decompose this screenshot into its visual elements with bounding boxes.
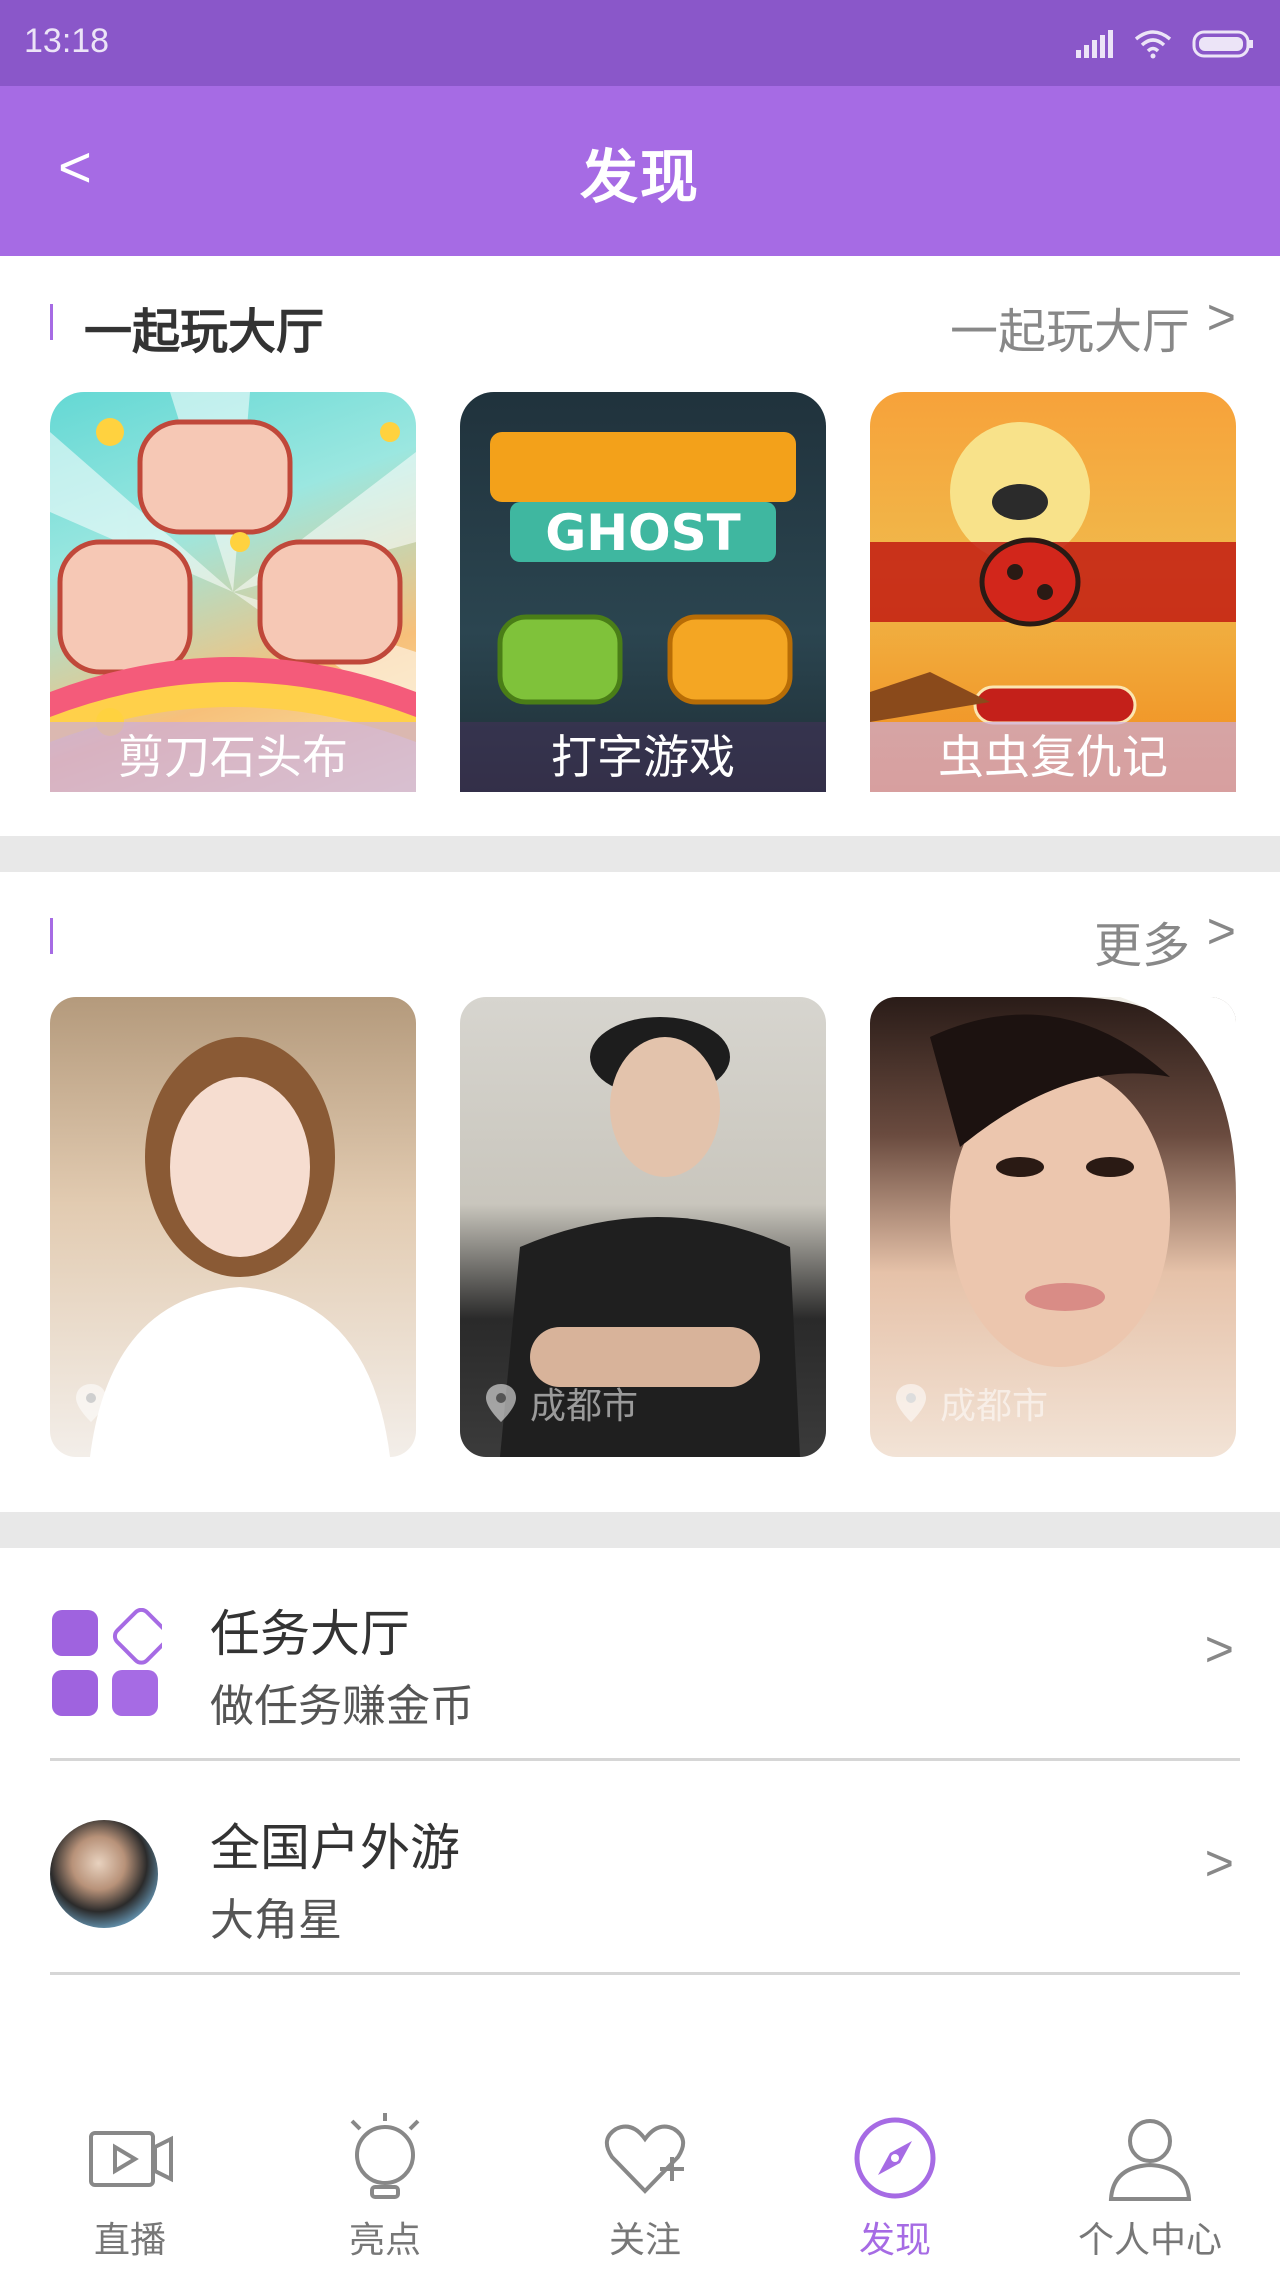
game-card-bug-revenge[interactable]: 虫虫复仇记	[870, 392, 1236, 792]
location-pin-icon	[76, 1384, 106, 1422]
task-hall-row[interactable]: 任务大厅 做任务赚金币 >	[50, 1548, 1240, 1761]
wifi-icon	[1134, 30, 1172, 59]
status-bar: 13:18	[0, 0, 1280, 86]
person-location: 成都市	[896, 1377, 1048, 1429]
games-more-link[interactable]: 一起玩大厅	[950, 292, 1190, 362]
location-text: 成都市	[530, 1386, 639, 1427]
chevron-right-icon[interactable]: >	[1207, 288, 1236, 346]
outdoor-travel-row[interactable]: 全国户外游 大角星 >	[50, 1762, 1240, 1975]
status-time: 13:18	[24, 22, 110, 60]
people-more-link[interactable]: 更多	[1094, 906, 1190, 976]
lightbulb-icon	[350, 2113, 420, 2199]
game-card-rock-paper-scissors[interactable]: 剪刀石头布	[50, 392, 416, 792]
tab-profile[interactable]: 个人中心	[1050, 2095, 1250, 2275]
tab-live[interactable]: 直播	[30, 2095, 230, 2275]
list-item-title: 任务大厅	[210, 1605, 410, 1663]
title-bar: < 发现	[0, 86, 1280, 256]
game-card-label: 虫虫复仇记	[870, 722, 1236, 792]
section-divider	[0, 1512, 1280, 1548]
tab-label: 发现	[858, 2220, 931, 2261]
live-video-icon	[89, 2131, 173, 2187]
tab-follow[interactable]: 关注	[545, 2095, 745, 2275]
list-item-subtitle: 做任务赚金币	[210, 1681, 474, 1732]
game-card-typing[interactable]: GHOST 打字游戏	[460, 392, 826, 792]
location-pin-icon	[896, 1384, 926, 1422]
chevron-right-icon: >	[1204, 1835, 1234, 1891]
apps-grid-icon	[52, 1608, 162, 1716]
svg-text:GHOST: GHOST	[545, 504, 741, 562]
tab-discover[interactable]: 发现	[795, 2095, 995, 2275]
compass-icon	[854, 2117, 936, 2199]
status-icons	[1076, 24, 1254, 64]
person-card[interactable]: 成都市	[870, 997, 1236, 1457]
section-accent-bar	[50, 304, 53, 340]
games-section-header: 一起玩大厅 一起玩大厅 >	[0, 276, 1280, 366]
tab-label: 直播	[93, 2220, 166, 2261]
bottom-tab-bar: 直播 亮点 关注 发现 个人中心	[0, 2095, 1280, 2275]
page-title: 发现	[579, 143, 700, 211]
list-item-title: 全国户外游	[210, 1819, 460, 1877]
person-card[interactable]: 成都市	[50, 997, 416, 1457]
avatar	[50, 1820, 158, 1928]
person-location: 成都市	[76, 1377, 228, 1429]
person-location: 成都市	[486, 1377, 638, 1429]
tab-label: 关注	[608, 2220, 681, 2261]
location-pin-icon	[486, 1384, 516, 1422]
game-card-label: 打字游戏	[460, 722, 826, 792]
list-item-subtitle: 大角星	[210, 1895, 342, 1946]
tab-highlights[interactable]: 亮点	[285, 2095, 485, 2275]
person-icon	[1108, 2119, 1192, 2201]
chevron-right-icon: >	[1204, 1621, 1234, 1677]
location-text: 成都市	[120, 1386, 229, 1427]
games-section-title: 一起玩大厅	[84, 304, 325, 360]
tab-label: 个人中心	[1077, 2220, 1222, 2261]
section-accent-bar	[50, 918, 53, 954]
chevron-right-icon[interactable]: >	[1207, 902, 1236, 960]
battery-icon	[1192, 30, 1253, 58]
signal-icon	[1076, 30, 1113, 58]
heart-plus-icon	[604, 2124, 686, 2194]
people-section-header: 更多 >	[0, 890, 1280, 980]
person-card[interactable]: 成都市	[460, 997, 826, 1457]
location-text: 成都市	[940, 1386, 1049, 1427]
game-card-label: 剪刀石头布	[50, 722, 416, 792]
section-divider	[0, 836, 1280, 872]
tab-label: 亮点	[348, 2220, 421, 2261]
